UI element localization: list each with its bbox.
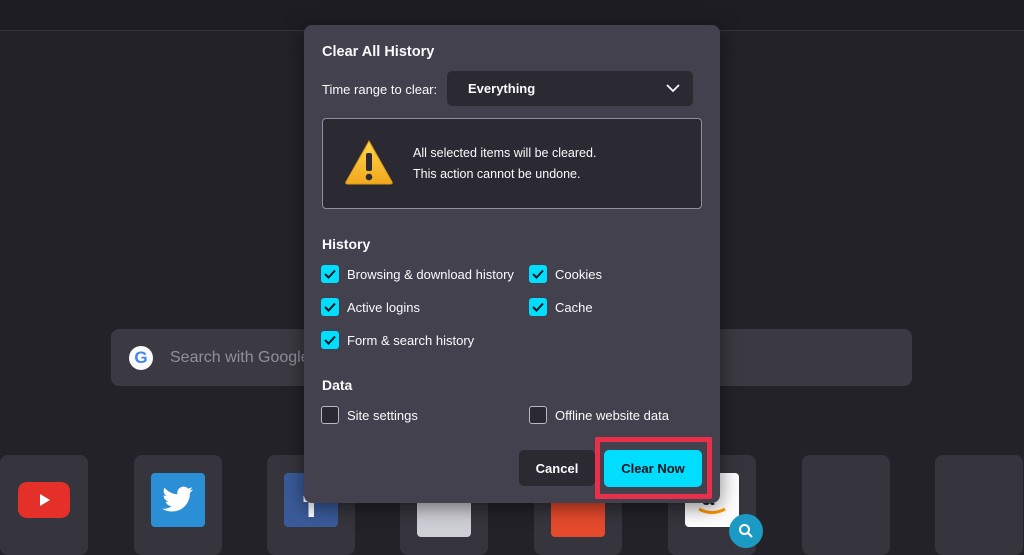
- checkbox-label: Site settings: [347, 407, 418, 423]
- shortcut-twitter[interactable]: [134, 455, 222, 555]
- checkbox-browsing-download-history[interactable]: Browsing & download history: [321, 265, 514, 283]
- checkbox-cache[interactable]: Cache: [529, 298, 593, 316]
- warning-text-line1: All selected items will be cleared.: [413, 146, 597, 160]
- checkbox-unchecked-icon[interactable]: [321, 406, 339, 424]
- checkbox-checked-icon[interactable]: [321, 265, 339, 283]
- checkbox-unchecked-icon[interactable]: [529, 406, 547, 424]
- clear-now-button[interactable]: Clear Now: [604, 450, 702, 487]
- chevron-down-icon: [653, 84, 693, 93]
- dialog-title: Clear All History: [322, 44, 435, 60]
- warning-box: All selected items will be cleared. This…: [322, 118, 702, 209]
- time-range-select[interactable]: Everything: [447, 71, 693, 106]
- checkbox-cookies[interactable]: Cookies: [529, 265, 602, 283]
- cancel-button[interactable]: Cancel: [519, 450, 595, 486]
- shortcut-empty[interactable]: [935, 455, 1023, 555]
- time-range-label: Time range to clear:: [322, 82, 438, 97]
- checkbox-checked-icon[interactable]: [529, 298, 547, 316]
- checkbox-offline-website-data[interactable]: Offline website data: [529, 406, 669, 424]
- time-range-value: Everything: [468, 81, 536, 96]
- checkbox-site-settings[interactable]: Site settings: [321, 406, 418, 424]
- data-heading: Data: [322, 377, 353, 393]
- search-placeholder: Search with Google: [170, 348, 310, 366]
- checkbox-label: Browsing & download history: [347, 266, 514, 282]
- checkbox-checked-icon[interactable]: [321, 298, 339, 316]
- checkbox-checked-icon[interactable]: [321, 331, 339, 349]
- checkbox-label: Form & search history: [347, 332, 475, 348]
- checkbox-form-search-history[interactable]: Form & search history: [321, 331, 474, 349]
- warning-text-line2: This action cannot be undone.: [413, 167, 581, 181]
- google-icon: G: [129, 345, 153, 370]
- checkbox-checked-icon[interactable]: [529, 265, 547, 283]
- checkbox-active-logins[interactable]: Active logins: [321, 298, 420, 316]
- checkbox-label: Offline website data: [555, 407, 669, 423]
- history-heading: History: [322, 236, 371, 252]
- clear-history-dialog: Clear All History Time range to clear: E…: [304, 25, 720, 503]
- shortcut-empty[interactable]: [802, 455, 890, 555]
- youtube-icon: [17, 473, 71, 527]
- warning-icon: [344, 139, 394, 190]
- checkbox-label: Cookies: [555, 266, 602, 282]
- twitter-icon: [151, 473, 205, 527]
- search-icon[interactable]: [729, 514, 763, 548]
- checkbox-label: Active logins: [347, 299, 420, 315]
- shortcut-youtube[interactable]: [0, 455, 88, 555]
- checkbox-label: Cache: [555, 299, 593, 315]
